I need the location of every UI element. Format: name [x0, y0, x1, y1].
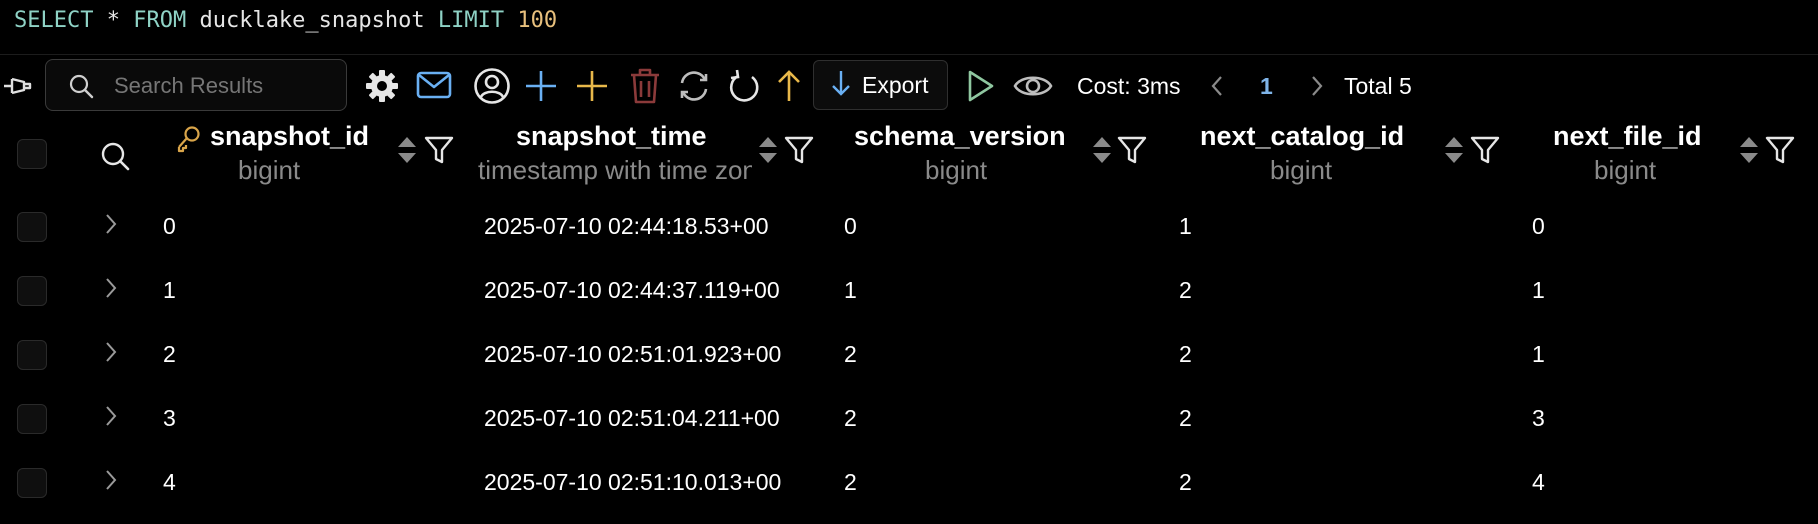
- column-name-schema-version: schema_version: [854, 121, 1066, 151]
- table-row[interactable]: 1 2025-07-10 02:44:37.119+00 1 2 1: [0, 260, 1818, 324]
- select-keyword: SELECT: [14, 8, 94, 33]
- sync-icon[interactable]: [676, 69, 712, 108]
- select-star: *: [93, 8, 134, 33]
- chevron-right-icon[interactable]: [104, 276, 118, 305]
- table-row[interactable]: 0 2025-07-10 02:44:18.53+00 0 1 0: [0, 196, 1818, 260]
- sort-icon[interactable]: [1443, 135, 1465, 170]
- cell-next-catalog-id: 2: [1179, 469, 1192, 495]
- cell-snapshot-time: 2025-07-10 02:51:04.211+00: [484, 405, 780, 431]
- cell-schema-version: 0: [844, 213, 857, 239]
- sort-icon[interactable]: [1738, 135, 1760, 170]
- filter-icon[interactable]: [1470, 135, 1500, 170]
- sort-icon[interactable]: [396, 135, 418, 170]
- eye-icon[interactable]: [1013, 72, 1053, 105]
- row-checkbox[interactable]: [17, 340, 47, 370]
- table-name: ducklake_snapshot: [186, 8, 438, 33]
- export-label: Export: [862, 71, 929, 98]
- column-name-snapshot-id: snapshot_id: [210, 121, 370, 151]
- search-results-box[interactable]: [45, 59, 347, 111]
- export-button[interactable]: Export: [813, 60, 948, 110]
- row-checkbox[interactable]: [17, 276, 47, 306]
- cell-schema-version: 2: [844, 405, 857, 431]
- chevron-right-icon[interactable]: [104, 340, 118, 369]
- cell-schema-version: 2: [844, 469, 857, 495]
- cell-snapshot-time: 2025-07-10 02:44:18.53+00: [484, 213, 769, 239]
- row-checkbox[interactable]: [17, 404, 47, 434]
- filter-icon[interactable]: [424, 135, 454, 170]
- cell-next-catalog-id: 2: [1179, 341, 1192, 367]
- column-name-next-file-id: next_file_id: [1553, 121, 1702, 151]
- table-row[interactable]: 4 2025-07-10 02:51:10.013+00 2 2 4: [0, 452, 1818, 516]
- total-count: Total 5: [1344, 73, 1412, 99]
- row-checkbox[interactable]: [17, 212, 47, 242]
- from-keyword: FROM: [133, 8, 187, 33]
- query-divider: [0, 54, 1818, 55]
- mail-icon[interactable]: [416, 70, 452, 105]
- column-name-snapshot-time: snapshot_time: [516, 121, 707, 151]
- sort-icon[interactable]: [1091, 135, 1113, 170]
- limit-keyword: LIMIT: [437, 8, 505, 33]
- column-type-next-file-id: bigint: [1594, 155, 1657, 185]
- cell-snapshot-id: 1: [163, 277, 176, 303]
- cell-next-catalog-id: 2: [1179, 405, 1192, 431]
- limit-value: 100: [504, 8, 558, 33]
- filter-icon[interactable]: [1765, 135, 1795, 170]
- filter-icon[interactable]: [784, 135, 814, 170]
- cell-snapshot-id: 4: [163, 469, 176, 495]
- refresh-icon[interactable]: [727, 68, 761, 109]
- search-icon: [68, 73, 94, 104]
- sort-icon[interactable]: [757, 135, 779, 170]
- cell-snapshot-time: 2025-07-10 02:51:10.013+00: [484, 469, 782, 495]
- cell-next-file-id: 1: [1532, 277, 1545, 303]
- chevron-right-icon[interactable]: [104, 404, 118, 433]
- column-name-next-catalog-id: next_catalog_id: [1200, 121, 1405, 151]
- cell-snapshot-id: 0: [163, 213, 176, 239]
- cell-schema-version: 1: [844, 277, 857, 303]
- arrow-down-icon: [830, 69, 852, 102]
- cell-next-catalog-id: 1: [1179, 213, 1192, 239]
- user-circle-icon[interactable]: [473, 67, 511, 110]
- search-input[interactable]: [112, 70, 336, 102]
- play-icon[interactable]: [966, 69, 996, 108]
- sql-query[interactable]: SELECT * FROM ducklake_snapshot LIMIT 10…: [14, 6, 557, 36]
- cell-snapshot-id: 3: [163, 405, 176, 431]
- plus-blue-icon[interactable]: [524, 69, 558, 108]
- arrow-up-icon[interactable]: [776, 69, 802, 108]
- cell-snapshot-id: 2: [163, 341, 176, 367]
- chevron-right-icon[interactable]: [104, 212, 118, 241]
- page-number[interactable]: 1: [1260, 71, 1273, 101]
- cell-snapshot-time: 2025-07-10 02:44:37.119+00: [484, 277, 780, 303]
- table-row[interactable]: 2 2025-07-10 02:51:01.923+00 2 2 1: [0, 324, 1818, 388]
- column-type-snapshot-id: bigint: [238, 155, 301, 185]
- column-type-next-catalog-id: bigint: [1270, 155, 1333, 185]
- chevron-left-icon[interactable]: [1210, 75, 1224, 102]
- table-row[interactable]: 3 2025-07-10 02:51:04.211+00 2 2 3: [0, 388, 1818, 452]
- filter-icon[interactable]: [1117, 135, 1147, 170]
- chevron-right-icon[interactable]: [1310, 75, 1324, 102]
- cell-next-file-id: 3: [1532, 405, 1545, 431]
- cell-next-file-id: 0: [1532, 213, 1545, 239]
- cell-next-catalog-id: 2: [1179, 277, 1192, 303]
- trash-icon[interactable]: [628, 67, 662, 110]
- chevron-right-icon[interactable]: [104, 468, 118, 497]
- row-checkbox[interactable]: [17, 468, 47, 498]
- primary-key-icon: [176, 125, 202, 158]
- select-all-checkbox[interactable]: [17, 139, 47, 169]
- cell-next-file-id: 1: [1532, 341, 1545, 367]
- column-search-icon[interactable]: [100, 141, 130, 176]
- cell-schema-version: 2: [844, 341, 857, 367]
- table-header: snapshot_id bigint snapshot_time timesta…: [0, 115, 1818, 195]
- results-toolbar: Export Cost: 3ms 1 Total 5: [0, 57, 1818, 115]
- cost-label: Cost: 3ms: [1077, 73, 1181, 99]
- column-type-schema-version: bigint: [925, 155, 988, 185]
- column-type-snapshot-time: timestamp with time zone: [478, 155, 752, 185]
- cell-next-file-id: 4: [1532, 469, 1545, 495]
- plus-yellow-icon[interactable]: [575, 69, 609, 108]
- pin-icon[interactable]: [2, 71, 32, 106]
- cell-snapshot-time: 2025-07-10 02:51:01.923+00: [484, 341, 782, 367]
- gear-icon[interactable]: [364, 68, 400, 109]
